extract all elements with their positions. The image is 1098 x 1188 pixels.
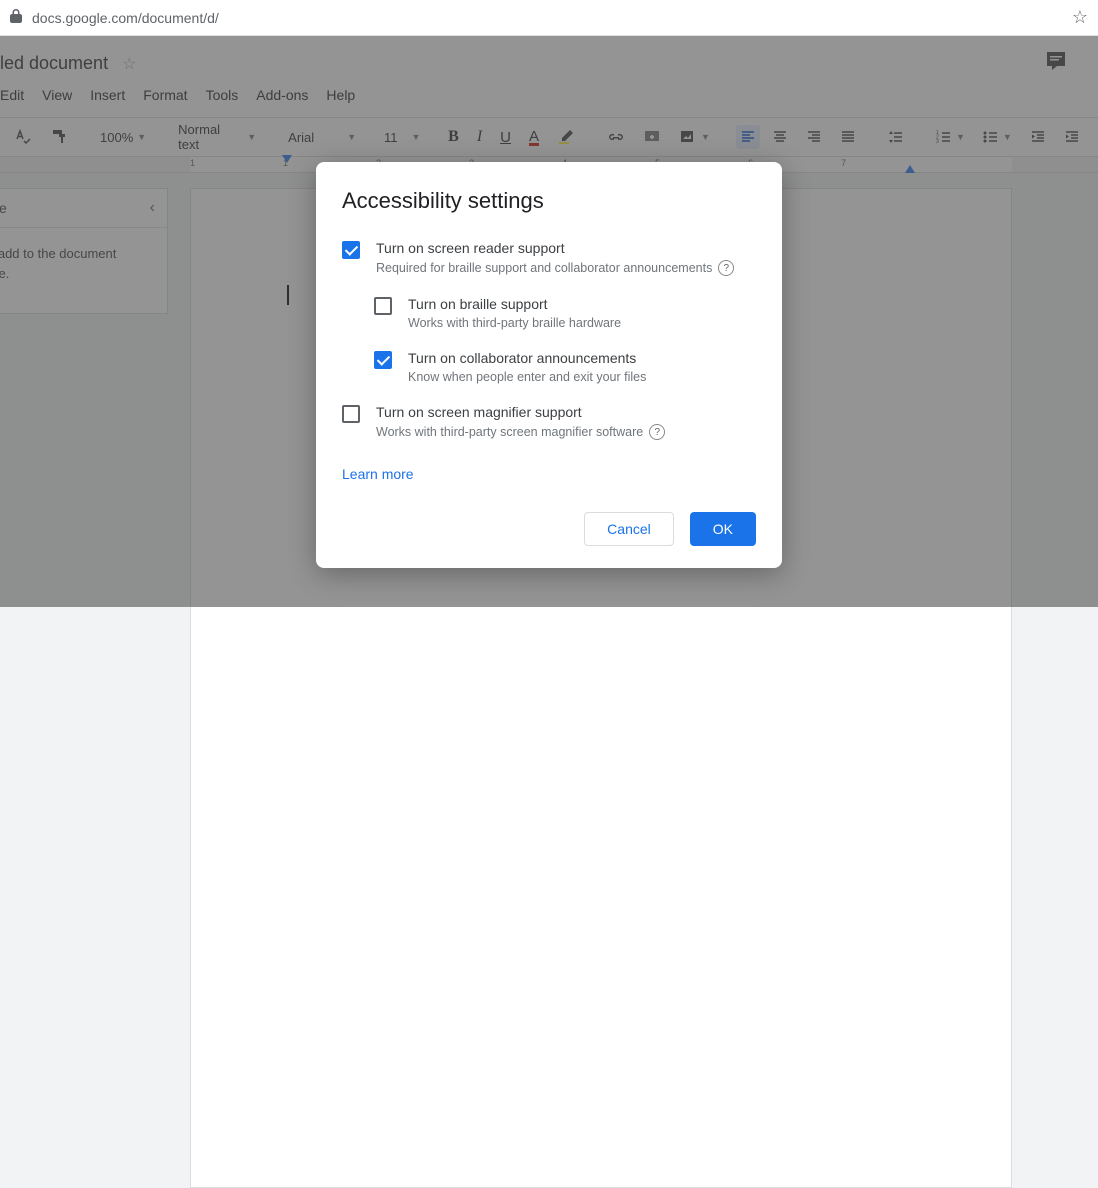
url-text[interactable]: docs.google.com/document/d/ xyxy=(32,10,219,26)
option-desc: Know when people enter and exit your fil… xyxy=(408,370,646,384)
accessibility-settings-dialog: Accessibility settings Turn on screen re… xyxy=(316,162,782,568)
help-icon[interactable]: ? xyxy=(718,260,734,276)
checkbox-collaborator[interactable] xyxy=(374,351,392,369)
checkbox-magnifier[interactable] xyxy=(342,405,360,423)
option-desc: Works with third-party screen magnifier … xyxy=(376,425,643,439)
option-desc: Works with third-party braille hardware xyxy=(408,316,621,330)
option-magnifier: Turn on screen magnifier support Works w… xyxy=(342,404,756,440)
option-desc: Required for braille support and collabo… xyxy=(376,261,712,275)
learn-more-link[interactable]: Learn more xyxy=(342,466,414,482)
option-screen-reader: Turn on screen reader support Required f… xyxy=(342,240,756,276)
modal-overlay: Accessibility settings Turn on screen re… xyxy=(0,36,1098,607)
cancel-button[interactable]: Cancel xyxy=(584,512,674,546)
ok-button[interactable]: OK xyxy=(690,512,756,546)
star-icon[interactable]: ☆ xyxy=(1072,7,1088,28)
option-label: Turn on braille support xyxy=(408,296,621,312)
checkbox-braille[interactable] xyxy=(374,297,392,315)
checkbox-screen-reader[interactable] xyxy=(342,241,360,259)
option-label: Turn on collaborator announcements xyxy=(408,350,646,366)
option-braille: Turn on braille support Works with third… xyxy=(374,296,756,330)
lock-icon xyxy=(10,9,22,26)
help-icon[interactable]: ? xyxy=(649,424,665,440)
browser-url-bar: docs.google.com/document/d/ ☆ xyxy=(0,0,1098,36)
option-label: Turn on screen magnifier support xyxy=(376,404,665,420)
dialog-title: Accessibility settings xyxy=(342,188,756,214)
option-collaborator: Turn on collaborator announcements Know … xyxy=(374,350,756,384)
option-label: Turn on screen reader support xyxy=(376,240,734,256)
